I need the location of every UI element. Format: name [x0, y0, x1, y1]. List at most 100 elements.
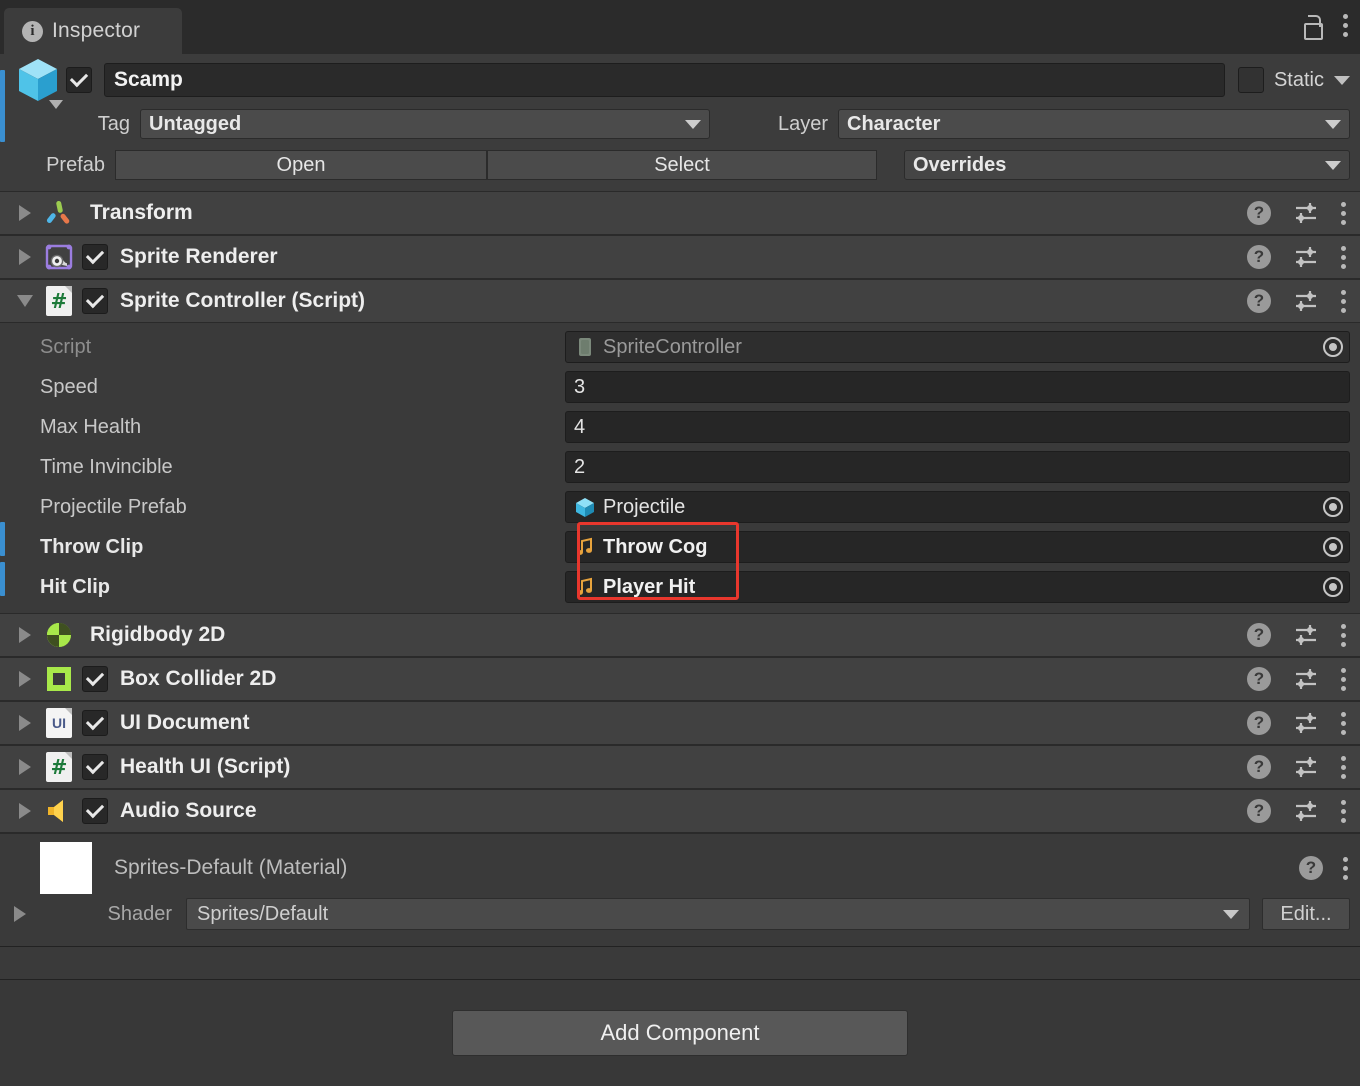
tab-inspector[interactable]: i Inspector — [4, 8, 182, 54]
preset-sliders-icon[interactable] — [1293, 623, 1319, 647]
kebab-menu-icon[interactable] — [1341, 711, 1346, 735]
help-icon[interactable]: ? — [1247, 799, 1271, 823]
preset-sliders-icon[interactable] — [1293, 201, 1319, 225]
gameobject-cube-icon[interactable] — [10, 57, 66, 109]
kebab-menu-icon[interactable] — [1341, 623, 1346, 647]
throw-clip-object-field[interactable]: Throw Cog — [565, 531, 1350, 563]
shader-dropdown[interactable]: Sprites/Default — [186, 898, 1250, 930]
kebab-menu-icon[interactable] — [1341, 245, 1346, 269]
rigidbody2d-icon — [40, 621, 78, 649]
preset-sliders-icon[interactable] — [1293, 799, 1319, 823]
static-checkbox[interactable] — [1237, 67, 1264, 93]
help-icon[interactable]: ? — [1247, 667, 1271, 691]
component-row-actions: ? — [1247, 667, 1350, 691]
audio-clip-icon — [574, 576, 596, 598]
preset-sliders-icon[interactable] — [1293, 667, 1319, 691]
material-row-actions: ? — [1299, 856, 1360, 880]
component-enabled-checkbox[interactable] — [82, 710, 108, 736]
property-label: Projectile Prefab — [40, 495, 187, 518]
property-row-projectile-prefab: Projectile Prefab Projectile — [0, 487, 1360, 527]
kebab-menu-icon[interactable] — [1343, 14, 1348, 37]
gameobject-header: Scamp Static Tag Untagged Layer Characte… — [0, 54, 1360, 191]
component-title: Sprite Controller (Script) — [120, 289, 366, 312]
help-icon[interactable]: ? — [1247, 201, 1271, 225]
foldout-ui-document-icon[interactable] — [10, 715, 40, 731]
kebab-menu-icon[interactable] — [1341, 289, 1346, 313]
component-enabled-checkbox[interactable] — [82, 666, 108, 692]
speed-input[interactable]: 3 — [565, 371, 1350, 403]
help-icon[interactable]: ? — [1299, 856, 1323, 880]
component-header-health-ui[interactable]: # Health UI (Script) ? — [0, 745, 1360, 789]
foldout-material-icon[interactable] — [0, 906, 40, 922]
component-enabled-checkbox[interactable] — [82, 244, 108, 270]
time-invincible-input[interactable]: 2 — [565, 451, 1350, 483]
gameobject-active-checkbox[interactable] — [66, 67, 92, 93]
component-row-actions: ? — [1247, 623, 1350, 647]
object-picker-icon[interactable] — [1323, 537, 1343, 557]
add-component-button[interactable]: Add Component — [452, 1010, 908, 1056]
max-health-input[interactable]: 4 — [565, 411, 1350, 443]
help-icon[interactable]: ? — [1247, 245, 1271, 269]
foldout-sprite-renderer-icon[interactable] — [10, 249, 40, 265]
component-header-ui-document[interactable]: UI UI Document ? — [0, 701, 1360, 745]
preset-sliders-icon[interactable] — [1293, 711, 1319, 735]
audio-source-icon — [40, 798, 78, 824]
property-label: Speed — [40, 375, 98, 398]
static-group: Static — [1237, 67, 1350, 93]
kebab-menu-icon[interactable] — [1341, 667, 1346, 691]
inspector-footer: Add Component — [0, 980, 1360, 1056]
component-enabled-checkbox[interactable] — [82, 798, 108, 824]
script-object-field[interactable]: SpriteController — [565, 331, 1350, 363]
property-row-throw-clip: Throw Clip Throw Cog — [0, 527, 1360, 567]
prefab-icon — [574, 496, 596, 518]
component-header-transform[interactable]: Transform ? — [0, 191, 1360, 235]
tab-inspector-label: Inspector — [52, 19, 141, 42]
component-title: Box Collider 2D — [120, 667, 277, 690]
foldout-sprite-controller-icon[interactable] — [10, 295, 40, 307]
property-value: Projectile — [603, 495, 686, 518]
component-header-sprite-renderer[interactable]: Sprite Renderer ? — [0, 235, 1360, 279]
component-header-box-collider-2d[interactable]: Box Collider 2D ? — [0, 657, 1360, 701]
tag-dropdown[interactable]: Untagged — [140, 109, 710, 139]
property-value: 3 — [574, 375, 586, 398]
kebab-menu-icon[interactable] — [1341, 201, 1346, 225]
component-enabled-checkbox[interactable] — [82, 288, 108, 314]
foldout-rigidbody-2d-icon[interactable] — [10, 627, 40, 643]
lock-icon[interactable] — [1303, 14, 1323, 40]
prefab-select-button[interactable]: Select — [487, 150, 877, 180]
object-picker-icon[interactable] — [1323, 337, 1343, 357]
projectile-prefab-object-field[interactable]: Projectile — [565, 491, 1350, 523]
component-header-rigidbody-2d[interactable]: Rigidbody 2D ? — [0, 613, 1360, 657]
object-picker-icon[interactable] — [1323, 497, 1343, 517]
material-title: Sprites-Default (Material) — [114, 856, 348, 879]
kebab-menu-icon[interactable] — [1341, 799, 1346, 823]
prefab-overrides-dropdown[interactable]: Overrides — [904, 150, 1350, 180]
preset-sliders-icon[interactable] — [1293, 245, 1319, 269]
help-icon[interactable]: ? — [1247, 623, 1271, 647]
object-picker-icon[interactable] — [1323, 577, 1343, 597]
material-preview-block: Sprites-Default (Material) ? Shader Spri… — [0, 833, 1360, 946]
component-enabled-checkbox[interactable] — [82, 754, 108, 780]
foldout-audio-source-icon[interactable] — [10, 803, 40, 819]
prefab-open-button[interactable]: Open — [115, 150, 487, 180]
kebab-menu-icon[interactable] — [1341, 755, 1346, 779]
foldout-transform-icon[interactable] — [10, 205, 40, 221]
foldout-health-ui-icon[interactable] — [10, 759, 40, 775]
hit-clip-object-field[interactable]: Player Hit — [565, 571, 1350, 603]
static-dropdown-caret-icon[interactable] — [1334, 75, 1350, 85]
preset-sliders-icon[interactable] — [1293, 755, 1319, 779]
component-header-sprite-controller[interactable]: # Sprite Controller (Script) ? — [0, 279, 1360, 323]
gameobject-name-input[interactable]: Scamp — [104, 63, 1225, 97]
property-label: Hit Clip — [40, 575, 110, 598]
help-icon[interactable]: ? — [1247, 755, 1271, 779]
property-value: Player Hit — [603, 575, 696, 598]
preset-sliders-icon[interactable] — [1293, 289, 1319, 313]
kebab-menu-icon[interactable] — [1343, 856, 1348, 880]
layer-dropdown[interactable]: Character — [838, 109, 1350, 139]
foldout-box-collider-2d-icon[interactable] — [10, 671, 40, 687]
help-icon[interactable]: ? — [1247, 711, 1271, 735]
component-header-audio-source[interactable]: Audio Source ? — [0, 789, 1360, 833]
help-icon[interactable]: ? — [1247, 289, 1271, 313]
shader-edit-button[interactable]: Edit... — [1262, 898, 1350, 930]
component-title: Transform — [90, 201, 193, 224]
